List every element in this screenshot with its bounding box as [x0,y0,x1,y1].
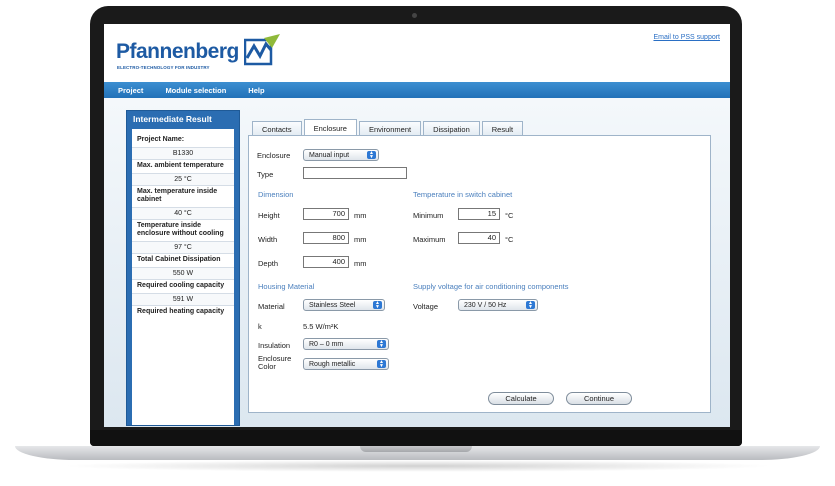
enclosure-color-label-line2: Color [258,362,276,371]
tab-result[interactable]: Result [481,121,524,135]
value-project-name: B1330 [132,147,234,160]
material-label: Material [258,302,285,311]
value-max-ambient: 25 °C [132,173,234,186]
insulation-label: Insulation [258,341,291,350]
laptop-bezel [90,430,742,446]
insulation-select[interactable]: R0 – 0 mm ▲ ▼ [303,338,389,350]
type-label: Type [257,170,274,179]
height-input[interactable]: 700 [303,208,349,220]
material-select[interactable]: Stainless Steel ▲ ▼ [303,299,385,311]
tab-contacts[interactable]: Contacts [252,121,302,135]
k-value: 5.5 W/m²K [303,322,339,331]
select-arrows-icon: ▲ ▼ [526,301,535,310]
sidebar-title: Intermediate Result [133,114,212,124]
tab-bar: Contacts Enclosure Environment Dissipati… [252,119,525,136]
depth-input[interactable]: 400 [303,256,349,268]
page-header: Pfannenberg ELECTRO-TECHNOLOGY FOR INDUS… [104,24,730,82]
menu-bar: Project Module selection Help [104,82,730,98]
laptop-shadow [60,460,775,472]
select-arrows-icon: ▲ ▼ [377,340,386,349]
support-email-link[interactable]: Email to PSS support [653,34,720,41]
tab-environment[interactable]: Environment [358,121,422,135]
voltage-select-value: 230 V / 50 Hz [464,302,507,309]
temperature-title: Temperature in switch cabinet [413,190,513,199]
value-cooling-capacity: 591 W [132,293,234,306]
value-max-inside: 40 °C [132,207,234,220]
enclosure-color-select[interactable]: Rough metallic ▲ ▼ [303,358,389,370]
enclosure-select[interactable]: Manual input ▲ ▼ [303,149,379,161]
minimum-unit: °C [505,211,514,220]
enclosure-select-value: Manual input [309,152,350,159]
depth-label: Depth [258,259,279,268]
select-arrows-icon: ▲ ▼ [367,151,376,160]
enclosure-color-label: Enclosure Color [258,355,291,371]
logo-text: Pfannenberg [116,40,239,63]
width-input[interactable]: 800 [303,232,349,244]
label-cooling-capacity: Required cooling capacity [137,282,225,289]
label-heating-capacity: Required heating capacity [137,308,225,315]
value-total-dissipation: 550 W [132,267,234,280]
depth-unit: mm [354,259,367,268]
pfannenberg-logo-icon [244,34,280,66]
width-label: Width [258,235,278,244]
calculate-button[interactable]: Calculate [488,392,554,405]
height-unit: mm [354,211,367,220]
logo-subtitle: ELECTRO-TECHNOLOGY FOR INDUSTRY [117,65,210,70]
menu-help[interactable]: Help [248,86,264,95]
menu-project[interactable]: Project [118,86,143,95]
height-label: Height [258,211,280,220]
maximum-input[interactable]: 40 [458,232,500,244]
voltage-label: Voltage [413,302,439,311]
select-arrows-icon: ▲ ▼ [373,301,382,310]
insulation-select-value: R0 – 0 mm [309,341,344,348]
continue-button[interactable]: Continue [566,392,632,405]
material-select-value: Stainless Steel [309,302,356,309]
sidebar-body: Project Name: B1330 Max. ambient tempera… [132,129,234,425]
width-unit: mm [354,235,367,244]
intermediate-result-panel: Intermediate Result Project Name: B1330 … [126,110,240,426]
enclosure-label: Enclosure [257,151,291,160]
housing-material-title: Housing Material [258,282,315,291]
label-temp-without-cooling: Temperature inside enclosure without coo… [137,222,224,237]
select-arrows-icon: ▲ ▼ [377,360,386,369]
minimum-label: Minimum [413,211,444,220]
maximum-unit: °C [505,235,514,244]
type-input[interactable] [303,167,407,179]
voltage-select[interactable]: 230 V / 50 Hz ▲ ▼ [458,299,538,311]
menu-module-selection[interactable]: Module selection [165,86,226,95]
tab-dissipation[interactable]: Dissipation [423,121,480,135]
supply-voltage-title: Supply voltage for air conditioning comp… [413,282,569,291]
laptop-notch [360,446,472,452]
maximum-label: Maximum [413,235,446,244]
label-max-ambient: Max. ambient temperature [137,162,224,169]
minimum-input[interactable]: 15 [458,208,500,220]
label-total-dissipation: Total Cabinet Dissipation [137,256,221,263]
enclosure-color-select-value: Rough metallic [309,361,356,368]
k-label: k [258,322,262,331]
dimension-title: Dimension [258,190,294,199]
label-max-inside: Max. temperature inside cabinet [137,188,218,203]
value-temp-without-cooling: 97 °C [132,241,234,254]
label-project-name: Project Name: [137,136,185,143]
camera-dot [412,13,417,18]
tab-enclosure[interactable]: Enclosure [303,119,357,135]
